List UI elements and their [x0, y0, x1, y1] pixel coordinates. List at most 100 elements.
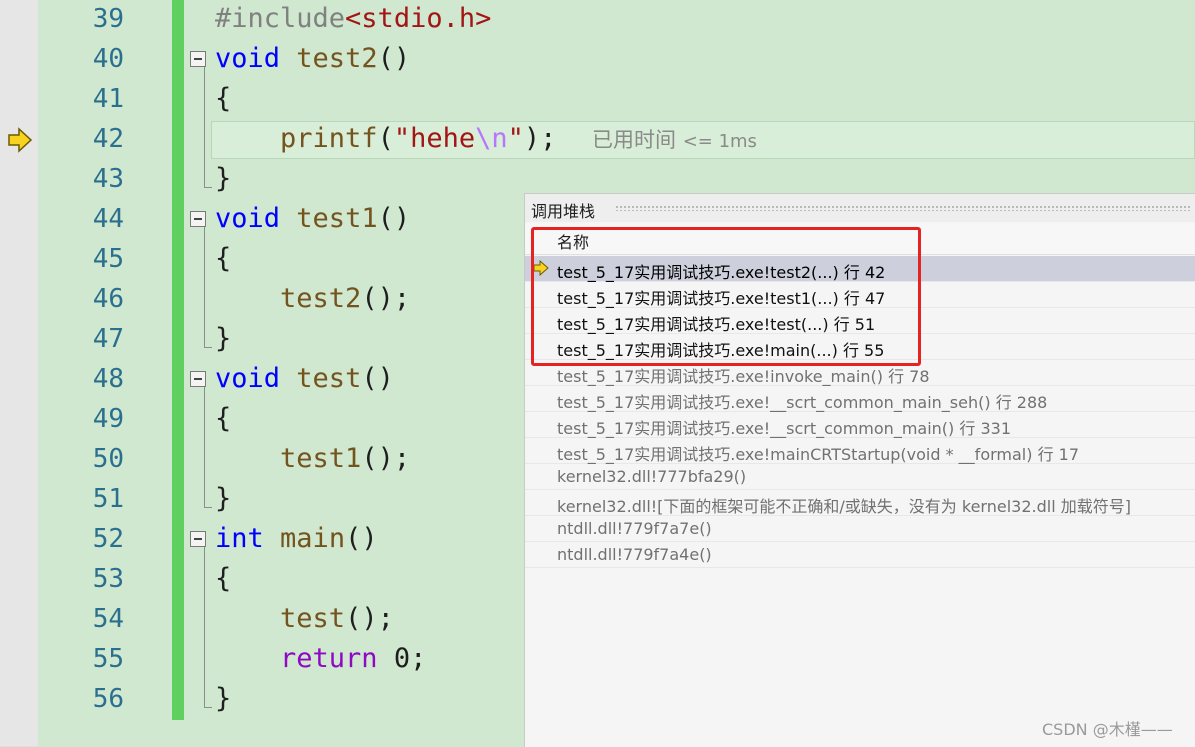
- code-token: int: [215, 523, 264, 554]
- code-text: test1();: [215, 439, 410, 479]
- line-number: 50: [92, 444, 124, 474]
- call-stack-frame[interactable]: test_5_17实用调试技巧.exe!__scrt_common_main_s…: [525, 386, 1195, 412]
- code-line[interactable]: 41 {: [0, 79, 1195, 119]
- fold-toggle-icon[interactable]: [190, 211, 206, 227]
- call-stack-frame[interactable]: ntdll.dll!779f7a7e(): [525, 516, 1195, 542]
- code-text: void test1(): [215, 199, 410, 239]
- code-token: "hehe: [393, 123, 476, 154]
- code-text: }: [215, 479, 231, 519]
- fold-toggle-icon[interactable]: [190, 51, 206, 67]
- fold-guide-end: [204, 707, 212, 708]
- line-number: 47: [92, 324, 124, 354]
- fold-toggle-icon[interactable]: [190, 531, 206, 547]
- line-number: 46: [92, 284, 124, 314]
- line-number: 53: [92, 564, 124, 594]
- frame-label: test_5_17实用调试技巧.exe!__scrt_common_main_s…: [557, 393, 1048, 412]
- line-number: 52: [92, 524, 124, 554]
- line-number: 45: [92, 244, 124, 274]
- line-number: 56: [92, 684, 124, 714]
- line-number: 43: [92, 164, 124, 194]
- code-token: }: [215, 483, 232, 514]
- code-token: void: [215, 363, 281, 394]
- frame-label: test_5_17实用调试技巧.exe!mainCRTStartup(void …: [557, 445, 1080, 464]
- code-text: }: [215, 679, 231, 719]
- watermark: CSDN @木槿——: [1042, 720, 1173, 739]
- code-token: (): [377, 43, 411, 74]
- code-token: test1: [280, 443, 362, 474]
- line-number: 49: [92, 404, 124, 434]
- line-number: 42: [92, 124, 124, 154]
- code-token: {: [215, 83, 232, 114]
- code-text: test();: [215, 599, 394, 639]
- call-stack-frame[interactable]: test_5_17实用调试技巧.exe!mainCRTStartup(void …: [525, 438, 1195, 464]
- code-token: test1: [296, 203, 378, 234]
- line-number: 54: [92, 604, 124, 634]
- call-stack-frame[interactable]: ntdll.dll!779f7a4e(): [525, 542, 1195, 568]
- code-text: test2();: [215, 279, 410, 319]
- call-stack-title: 调用堆栈: [531, 202, 596, 221]
- line-number: 41: [92, 84, 124, 114]
- fold-guide-end: [204, 507, 212, 508]
- perf-tip[interactable]: 已用时间 <= 1ms: [592, 120, 757, 162]
- code-text: void test2(): [215, 39, 410, 79]
- line-number: 40: [92, 44, 124, 74]
- code-token: {: [215, 403, 232, 434]
- code-line[interactable]: 39 #include<stdio.h>: [0, 0, 1195, 39]
- code-token: );: [523, 123, 557, 154]
- code-text: int main(): [215, 519, 378, 559]
- fold-toggle-icon[interactable]: [190, 371, 206, 387]
- code-token: void: [215, 203, 281, 234]
- code-text: {: [215, 559, 231, 599]
- code-token: test: [280, 603, 346, 634]
- code-text: {: [215, 399, 231, 439]
- call-stack-titlebar[interactable]: 调用堆栈: [525, 194, 1195, 222]
- fold-guide: [204, 387, 205, 507]
- code-token: ();: [361, 443, 411, 474]
- code-text: #include<stdio.h>: [215, 0, 491, 39]
- code-text: return 0;: [215, 639, 426, 679]
- code-token: ;: [410, 643, 427, 674]
- code-text: {: [215, 79, 231, 119]
- frame-label: test_5_17实用调试技巧.exe!__scrt_common_main()…: [557, 419, 1011, 438]
- code-token: test2: [280, 283, 362, 314]
- frame-label: ntdll.dll!779f7a4e(): [557, 545, 712, 564]
- code-token: main: [280, 523, 346, 554]
- code-line[interactable]: 40 void test2(): [0, 39, 1195, 79]
- line-number: 55: [92, 644, 124, 674]
- call-stack-frame[interactable]: test_5_17实用调试技巧.exe!__scrt_common_main()…: [525, 412, 1195, 438]
- fold-guide-end: [204, 347, 212, 348]
- line-number: 39: [92, 4, 124, 34]
- code-token: (): [377, 203, 411, 234]
- code-token: }: [215, 163, 232, 194]
- annotation-highlight-box: [531, 227, 921, 366]
- call-stack-frame[interactable]: kernel32.dll!777bfa29(): [525, 464, 1195, 490]
- code-token: ();: [345, 603, 394, 634]
- code-text: void test(): [215, 359, 394, 399]
- fold-guide: [204, 547, 205, 707]
- drag-grip[interactable]: [615, 205, 1191, 211]
- line-number: 48: [92, 364, 124, 394]
- fold-guide: [204, 227, 205, 347]
- code-token: (: [377, 123, 394, 154]
- code-token: ": [507, 123, 524, 154]
- call-stack-frame[interactable]: kernel32.dll![下面的框架可能不正确和/或缺失，没有为 kernel…: [525, 490, 1195, 516]
- code-text: printf("hehe\n");: [215, 119, 556, 159]
- frame-label: kernel32.dll![下面的框架可能不正确和/或缺失，没有为 kernel…: [557, 497, 1131, 516]
- frame-label: test_5_17实用调试技巧.exe!invoke_main() 行 78: [557, 367, 930, 386]
- fold-guide: [204, 67, 205, 187]
- code-token: #include: [215, 3, 346, 34]
- line-number: 44: [92, 204, 124, 234]
- code-text: }: [215, 159, 231, 199]
- code-token: 0: [393, 643, 411, 674]
- code-token: test2: [296, 43, 378, 74]
- code-token: \n: [475, 123, 508, 154]
